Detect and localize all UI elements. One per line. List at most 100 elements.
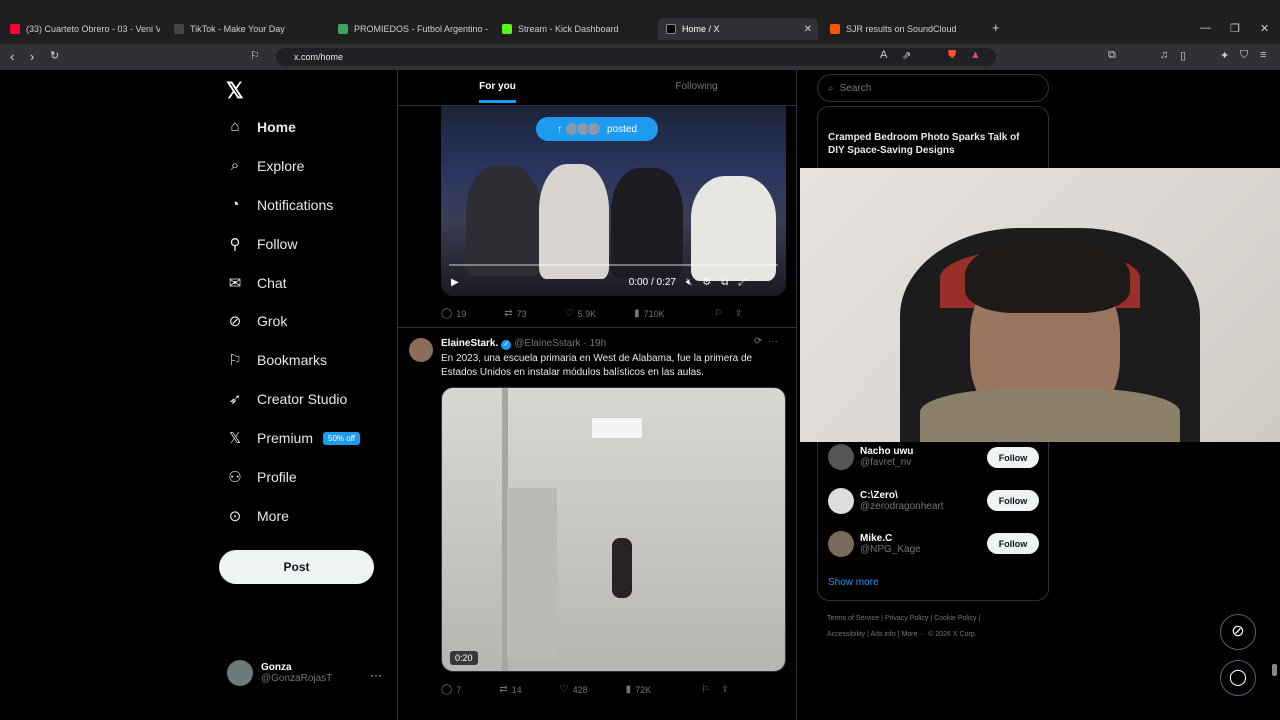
x-logo-icon: 𝕏 <box>228 430 242 447</box>
nav-home[interactable]: ⌂ Home <box>226 118 295 135</box>
show-more-link[interactable]: Show more <box>828 577 879 588</box>
verified-icon: ✓ <box>501 340 512 350</box>
nav-explore[interactable]: ⌕ Explore <box>226 157 305 174</box>
footer-links[interactable]: Terms of Service | Privacy Policy | Cook… <box>827 615 980 622</box>
follow-button[interactable]: Follow <box>987 490 1039 511</box>
sidebar-toggle-icon[interactable]: ▯ <box>1180 49 1186 62</box>
grok-fab-icon[interactable]: ⊘ <box>1220 614 1256 650</box>
share-icon[interactable]: ⇗ <box>902 49 911 62</box>
follow-button[interactable]: Follow <box>987 447 1039 468</box>
nav-more[interactable]: ⊙ More <box>226 507 289 525</box>
nav-creator-studio[interactable]: ➶ Creator Studio <box>226 390 348 408</box>
tab-following[interactable]: Following <box>597 70 796 105</box>
tweet-text: En 2023, una escuela primaria en West de… <box>441 353 753 378</box>
new-posts-pill[interactable]: ↑ posted <box>536 117 658 141</box>
discount-badge: 50% off <box>323 431 360 445</box>
repost-button[interactable]: ⇄ 14 <box>499 684 521 695</box>
youtube-icon <box>10 24 20 34</box>
nav-notifications[interactable]: ◔ Notifications <box>226 196 333 213</box>
bookmark-icon[interactable]: ⚐ <box>715 308 723 319</box>
footer-links[interactable]: Accessibility | Ads info | More ··· © 20… <box>827 631 977 638</box>
tweet-more-icon[interactable]: ⟳ ··· <box>754 336 778 347</box>
pip-icon[interactable]: ⧉ <box>721 277 728 288</box>
leo-ai-icon[interactable]: ✦ <box>1220 49 1229 62</box>
url-input[interactable]: x.com/home <box>276 48 996 66</box>
share-icon[interactable]: ⇪ <box>735 308 743 319</box>
video-figure <box>539 164 609 279</box>
browser-tab[interactable]: SJR results on SoundCloud <box>830 18 980 40</box>
reply-button[interactable]: ◯ 7 <box>441 684 461 695</box>
browser-tab[interactable]: Stream - Kick Dashboard <box>502 18 652 40</box>
avatar <box>828 444 854 470</box>
avatar <box>227 660 253 686</box>
messages-fab-icon[interactable]: ◯ <box>1220 660 1256 696</box>
mute-icon[interactable]: 🔇︎ <box>686 277 692 288</box>
avatar[interactable] <box>409 338 433 362</box>
vpn-icon[interactable]: ⛉ <box>1240 49 1248 62</box>
views-button[interactable]: ▮ 710K <box>634 308 665 319</box>
like-button[interactable]: ♡ 428 <box>560 684 588 695</box>
fullscreen-icon[interactable]: ⤢ <box>738 277 746 288</box>
video-time: 0:00 / 0:27 <box>628 276 676 288</box>
views-icon: ▮ <box>634 308 640 319</box>
x-logo[interactable]: 𝕏 <box>226 78 244 104</box>
brave-rewards-icon[interactable]: ▲ <box>970 49 981 61</box>
close-tab-icon[interactable]: ✕ <box>804 24 812 35</box>
divider <box>398 327 796 328</box>
window-close-icon[interactable]: ✕ <box>1260 22 1269 35</box>
reply-icon: ◯ <box>441 684 453 695</box>
nav-grok[interactable]: ⊘ Grok <box>226 312 288 330</box>
repost-icon: ⇄ <box>504 308 513 319</box>
bookmark-icon[interactable]: ⚐ <box>701 684 709 695</box>
search-input[interactable]: ⌕ Search <box>817 74 1049 102</box>
bookmark-page-icon[interactable]: ⚐ <box>250 49 260 62</box>
extensions-icon[interactable]: ⧉ <box>1108 49 1116 62</box>
music-icon[interactable]: ♫ <box>1160 49 1168 61</box>
trend-item[interactable]: Cramped Bedroom Photo Sparks Talk of DIY… <box>828 131 1038 157</box>
follow-button[interactable]: Follow <box>987 533 1039 554</box>
translate-icon[interactable]: A <box>880 49 887 61</box>
minimize-icon[interactable]: — <box>1200 22 1211 34</box>
browser-tab[interactable]: PROMIEDOS - Futbol Argentino - Fix... <box>338 18 488 40</box>
browser-tab[interactable]: (33) Cuarteto Obrero - 03 - Veni Veni... <box>10 18 160 40</box>
person-add-icon: ⚲ <box>229 236 241 253</box>
video-progress-bar[interactable] <box>449 264 778 266</box>
back-icon[interactable]: ‹ <box>10 49 14 64</box>
reply-button[interactable]: ◯ 19 <box>441 308 466 319</box>
avatar <box>828 531 854 557</box>
nav-profile[interactable]: ⚇ Profile <box>226 468 296 486</box>
nav-bookmarks[interactable]: ⚐ Bookmarks <box>226 351 327 369</box>
new-tab-icon[interactable]: + <box>992 20 1000 35</box>
forward-icon[interactable]: › <box>30 49 34 64</box>
browser-tab-active[interactable]: Home / X ✕ <box>658 18 818 40</box>
like-button[interactable]: ♡ 5.9K <box>565 308 596 319</box>
play-icon[interactable]: ▶ <box>451 277 459 288</box>
share-icon[interactable]: ⇪ <box>721 684 729 695</box>
restore-icon[interactable]: ❐ <box>1230 22 1240 35</box>
video-figure <box>612 538 632 598</box>
brave-shield-icon[interactable]: ⛊ <box>948 49 956 62</box>
author-name[interactable]: ElaineStark. <box>441 338 498 349</box>
reload-icon[interactable]: ↻ <box>50 49 59 62</box>
home-icon: ⌂ <box>230 118 240 135</box>
account-more-icon[interactable]: ··· <box>370 668 382 682</box>
x-favicon-icon <box>666 24 676 34</box>
menu-icon[interactable]: ≡ <box>1260 49 1266 61</box>
views-button[interactable]: ▮ 72K <box>626 684 652 695</box>
search-icon: ⌕ <box>230 157 240 174</box>
post-button[interactable]: Post <box>219 550 374 584</box>
tweet-actions: ◯ 7 ⇄ 14 ♡ 428 ▮ 72K ⚐ ⇪ <box>441 684 786 695</box>
video-player[interactable]: 0:20 <box>441 387 786 672</box>
video-figure <box>611 168 683 278</box>
nav-premium[interactable]: 𝕏 Premium 50% off <box>226 429 360 447</box>
settings-icon[interactable]: ⚙ <box>702 277 711 288</box>
repost-button[interactable]: ⇄ 73 <box>504 308 526 319</box>
author-handle[interactable]: @ElaineSstark · 19h <box>514 338 606 349</box>
nav-chat[interactable]: ✉ Chat <box>226 274 287 292</box>
nav-follow[interactable]: ⚲ Follow <box>226 235 298 253</box>
tab-for-you[interactable]: For you <box>398 70 597 105</box>
account-switcher[interactable]: Gonza @GonzaRojasT <box>227 660 332 686</box>
webcam-overlay <box>800 168 1280 442</box>
scrollbar[interactable] <box>1272 664 1277 676</box>
browser-tab[interactable]: TikTok - Make Your Day <box>174 18 324 40</box>
